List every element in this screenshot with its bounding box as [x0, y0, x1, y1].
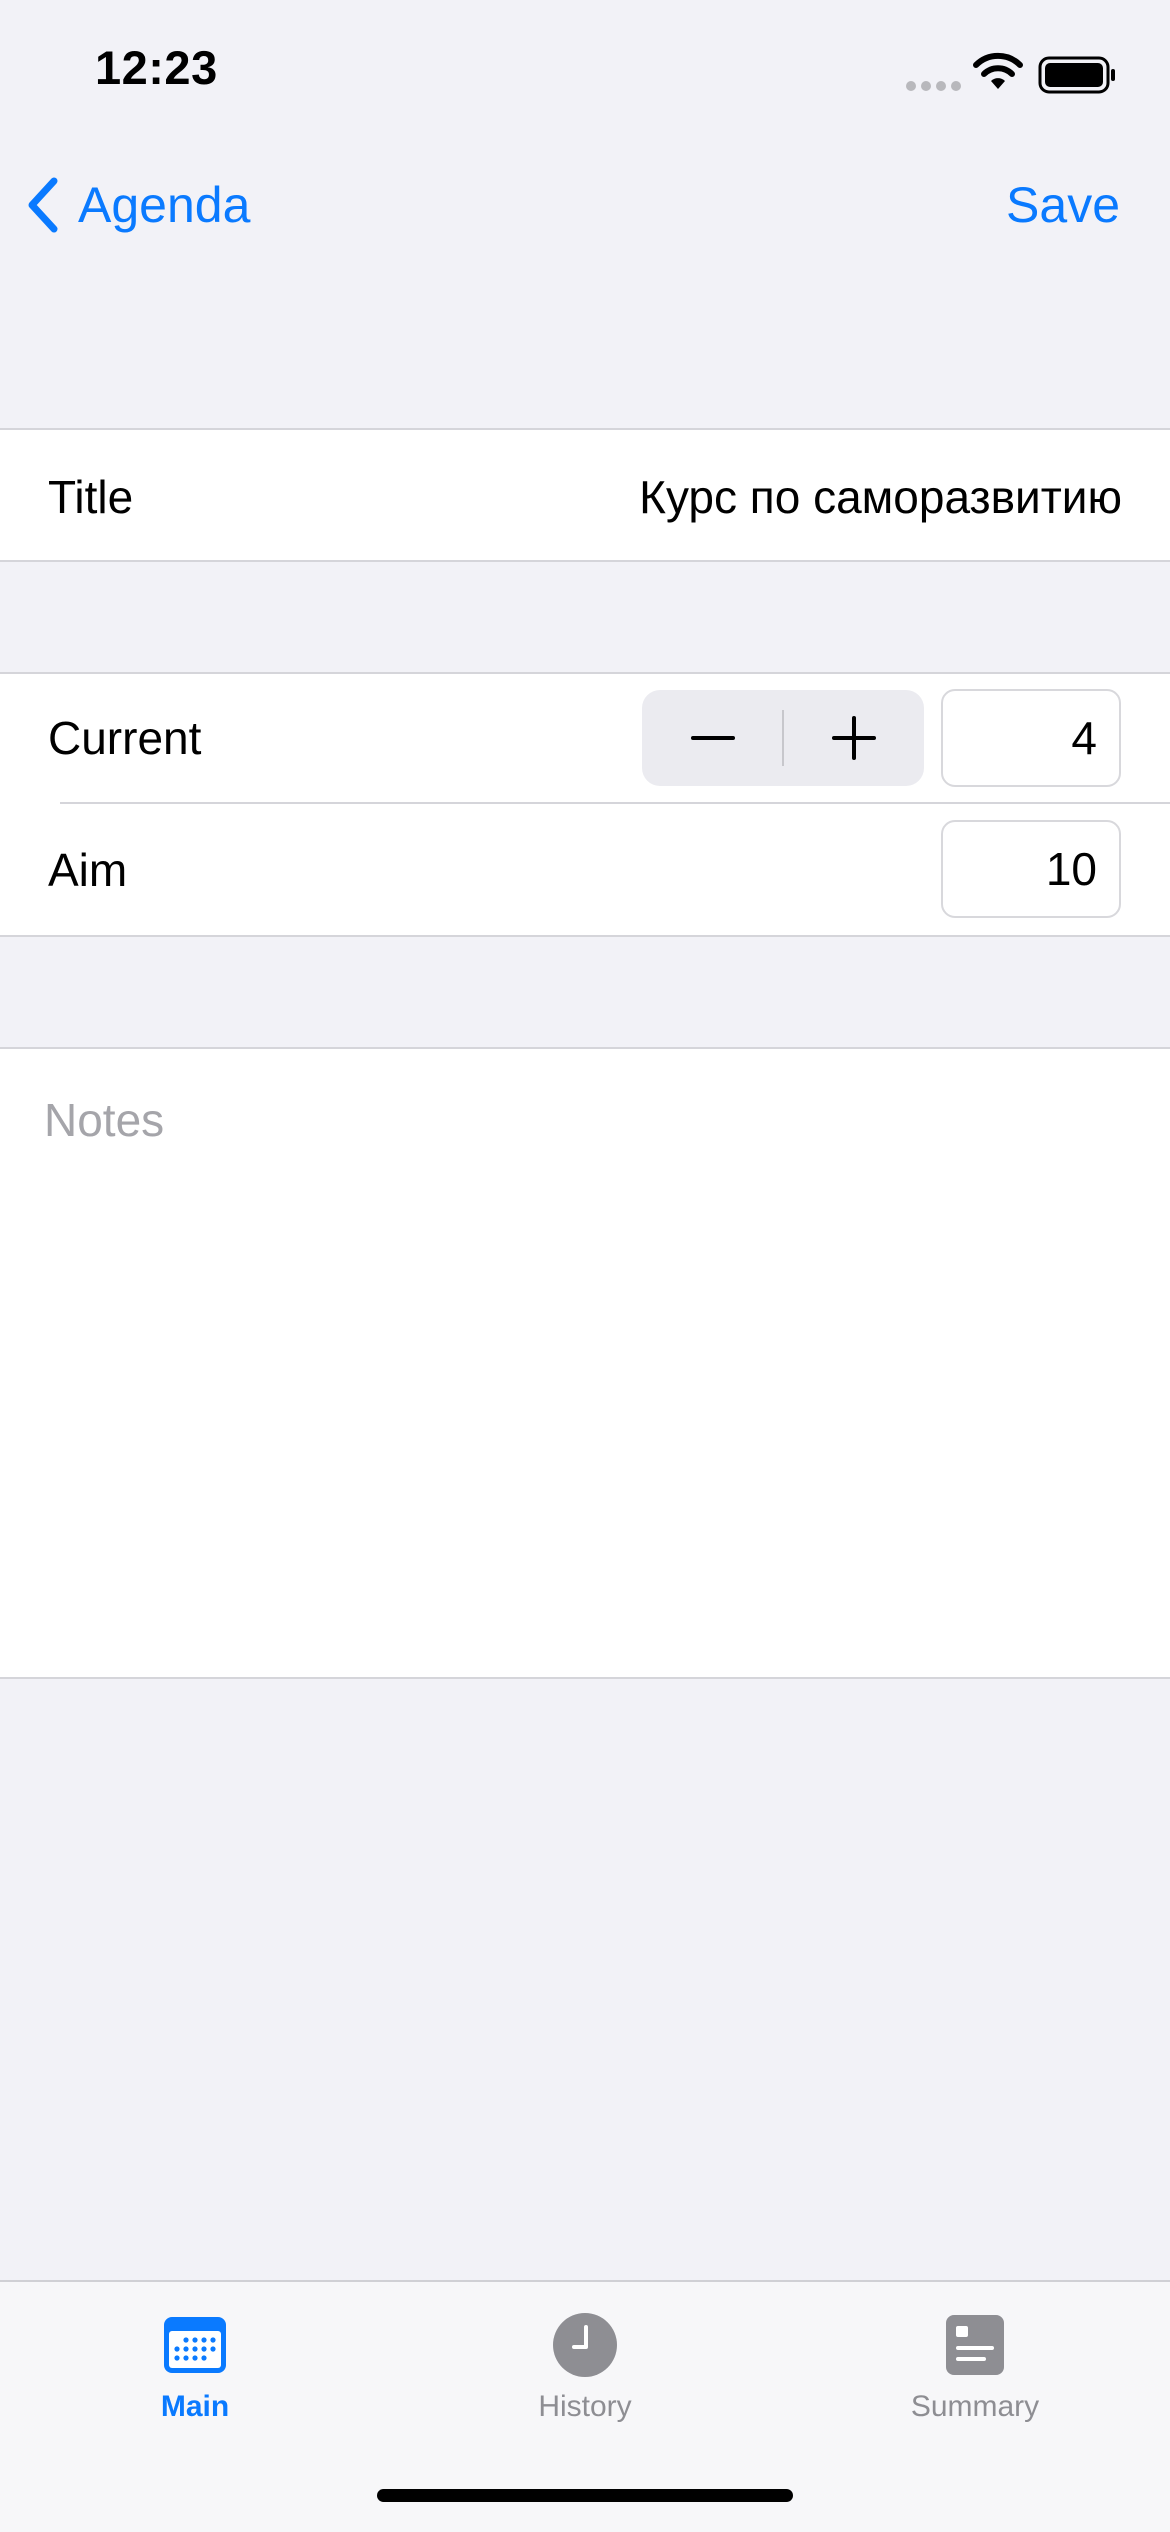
minus-icon [690, 736, 735, 740]
tab-main-label: Main [160, 2390, 230, 2423]
progress-section: Current Aim [0, 672, 1170, 937]
notes-textarea[interactable] [0, 1049, 1170, 1677]
wifi-icon [973, 52, 1023, 89]
status-time: 12:23 [95, 41, 218, 94]
tab-history[interactable]: History [390, 2282, 780, 2452]
save-button[interactable]: Save [1006, 176, 1120, 234]
row-divider [60, 802, 1170, 804]
back-button[interactable]: Agenda [24, 170, 250, 240]
title-label: Title [48, 471, 134, 523]
title-field[interactable]: Курс по саморазвитию [639, 470, 1122, 524]
battery-icon [1038, 56, 1115, 94]
notes-section [0, 1047, 1170, 1679]
chevron-left-icon [28, 177, 58, 233]
current-stepper [642, 690, 924, 786]
tab-history-label: History [538, 2390, 632, 2423]
back-button-label: Agenda [78, 177, 251, 233]
current-field[interactable] [941, 689, 1121, 787]
home-indicator[interactable] [377, 2489, 793, 2502]
increment-button[interactable] [783, 690, 924, 786]
calendar-icon [164, 2317, 226, 2373]
tab-main[interactable]: Main [0, 2282, 390, 2452]
aim-label: Aim [48, 844, 128, 896]
title-section: Title Курс по саморазвитию [0, 428, 1170, 562]
current-label: Current [48, 712, 202, 764]
summary-icon [946, 2315, 1004, 2375]
clock-icon [553, 2313, 617, 2377]
cellular-signal-icon [906, 81, 961, 91]
decrement-button[interactable] [642, 690, 783, 786]
tab-summary[interactable]: Summary [780, 2282, 1170, 2452]
plus-icon [831, 716, 876, 760]
tab-summary-label: Summary [910, 2390, 1040, 2423]
aim-field[interactable] [941, 820, 1121, 918]
